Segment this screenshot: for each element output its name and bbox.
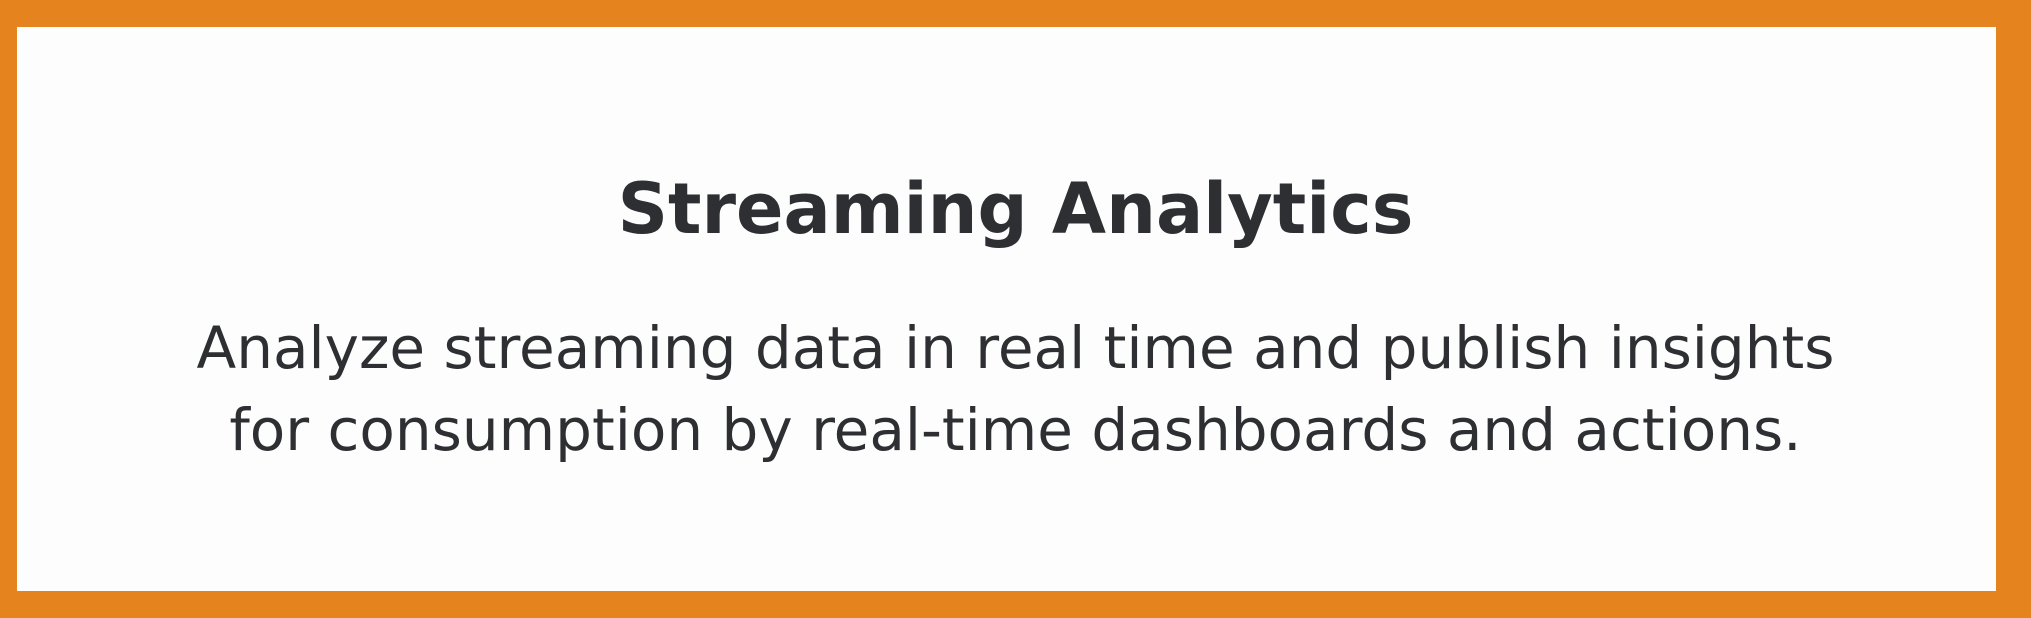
card-description: Analyze streaming data in real time and … <box>0 307 2031 471</box>
description-line-1: Analyze streaming data in real time and … <box>196 314 1835 382</box>
orange-border-frame: Streaming Analytics Analyze streaming da… <box>0 0 2031 618</box>
description-line-2: for consumption by real-time dashboards … <box>229 396 1802 464</box>
card-title: Streaming Analytics <box>617 168 1414 250</box>
content-card: Streaming Analytics Analyze streaming da… <box>17 27 1996 591</box>
